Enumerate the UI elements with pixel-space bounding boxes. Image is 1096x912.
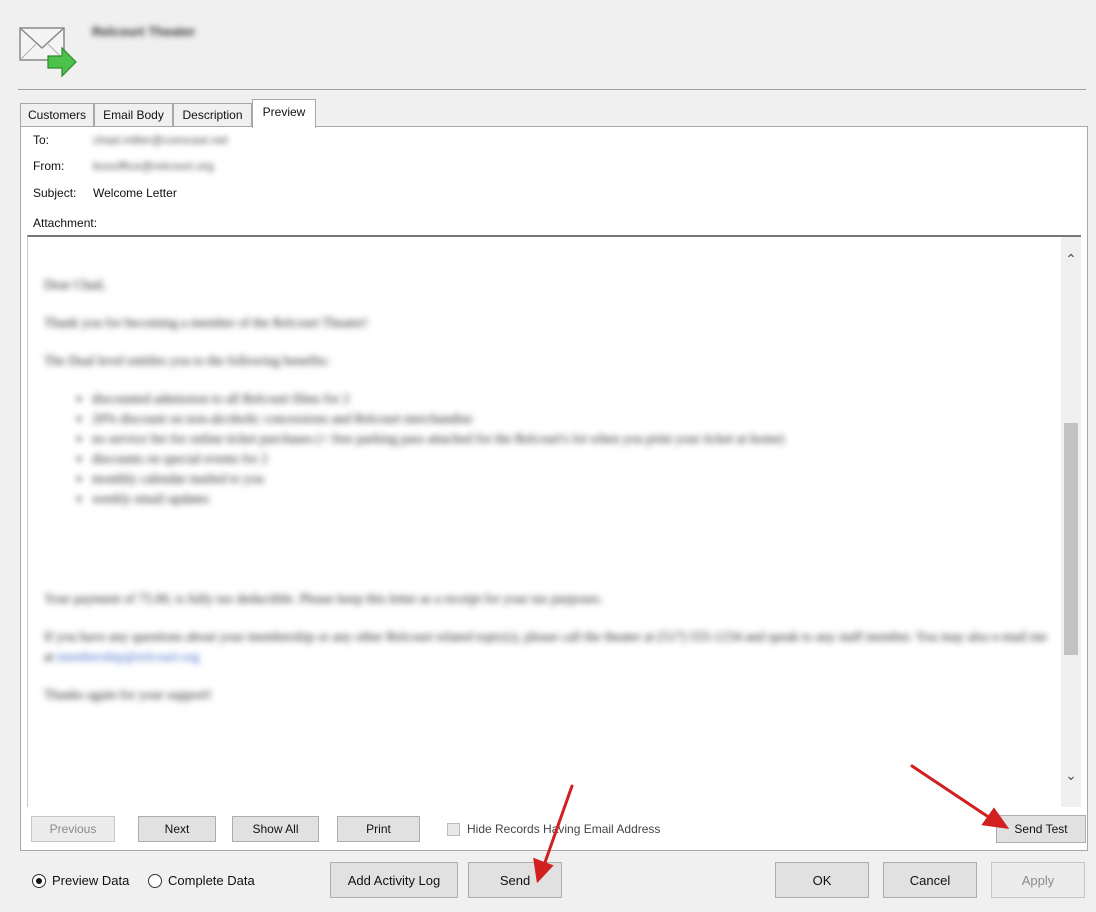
- scrollbar-thumb[interactable]: [1064, 423, 1078, 655]
- email-payment-note: Your payment of 75.00, is fully tax dedu…: [44, 591, 603, 606]
- tab-email-body[interactable]: Email Body: [94, 103, 173, 127]
- list-item: no service fee for online ticket purchas…: [92, 429, 1049, 449]
- hide-records-label: Hide Records Having Email Address: [467, 822, 661, 836]
- send-button[interactable]: Send: [468, 862, 562, 898]
- preview-data-radio[interactable]: Preview Data: [32, 873, 129, 888]
- email-questions: If you have any questions about your mem…: [44, 627, 1049, 667]
- contact-email-link[interactable]: membership@relcourt.org: [57, 649, 199, 664]
- previous-button[interactable]: Previous: [31, 816, 115, 842]
- add-activity-log-button[interactable]: Add Activity Log: [330, 862, 458, 898]
- email-benefits-intro: The Dual level entitles you to the follo…: [44, 353, 330, 368]
- scroll-up-icon[interactable]: ⌃: [1061, 249, 1081, 269]
- tab-preview[interactable]: Preview: [252, 99, 316, 128]
- radio-unselected-icon[interactable]: [148, 873, 162, 888]
- tab-customers[interactable]: Customers: [20, 103, 94, 127]
- preview-panel: To: chad.miller@comcast.net From: boxoff…: [20, 126, 1088, 851]
- email-send-icon: [19, 27, 77, 78]
- email-intro: Thank you for becoming a member of the R…: [44, 315, 369, 330]
- dialog-header: Relcourt Theater: [0, 0, 1096, 90]
- from-value: boxoffice@relcourt.org: [93, 159, 214, 173]
- attachment-label: Attachment:: [33, 216, 98, 230]
- to-label: To:: [33, 133, 50, 147]
- show-all-button[interactable]: Show All: [232, 816, 319, 842]
- scroll-down-icon[interactable]: ⌄: [1061, 765, 1081, 785]
- subject-label: Subject:: [33, 186, 77, 200]
- hide-records-checkbox[interactable]: Hide Records Having Email Address: [447, 822, 660, 836]
- checkbox-box[interactable]: [447, 822, 460, 836]
- cancel-button[interactable]: Cancel: [883, 862, 977, 898]
- next-button[interactable]: Next: [138, 816, 216, 842]
- print-button[interactable]: Print: [337, 816, 420, 842]
- list-item: monthly calendar mailed to you: [92, 469, 1049, 489]
- radio-selected-icon[interactable]: [32, 873, 46, 888]
- benefits-list: discounted admission to all Relcourt fil…: [44, 389, 1049, 509]
- list-item: 20% discount on non-alcoholic concession…: [92, 409, 1049, 429]
- email-preview-frame[interactable]: Dear Chad, Thank you for becoming a memb…: [27, 235, 1081, 807]
- email-closing: Thanks again for your support!: [44, 687, 212, 702]
- complete-data-label: Complete Data: [168, 873, 255, 888]
- list-item: weekly email updates: [92, 489, 1049, 509]
- apply-button[interactable]: Apply: [991, 862, 1085, 898]
- preview-data-label: Preview Data: [52, 873, 130, 888]
- complete-data-radio[interactable]: Complete Data: [148, 873, 255, 888]
- tab-description[interactable]: Description: [173, 103, 252, 127]
- email-body-content: Dear Chad, Thank you for becoming a memb…: [44, 275, 1049, 723]
- from-label: From:: [33, 159, 65, 173]
- header-divider: [18, 89, 1086, 90]
- window-title: Relcourt Theater: [92, 24, 196, 39]
- vertical-scrollbar[interactable]: ⌃ ⌄: [1061, 237, 1081, 807]
- list-item: discounts on special events for 2: [92, 449, 1049, 469]
- to-value: chad.miller@comcast.net: [93, 133, 228, 147]
- email-greeting: Dear Chad,: [44, 277, 106, 292]
- ok-button[interactable]: OK: [775, 862, 869, 898]
- send-test-button[interactable]: Send Test: [996, 815, 1086, 843]
- subject-value: Welcome Letter: [93, 186, 177, 200]
- list-item: discounted admission to all Relcourt fil…: [92, 389, 1049, 409]
